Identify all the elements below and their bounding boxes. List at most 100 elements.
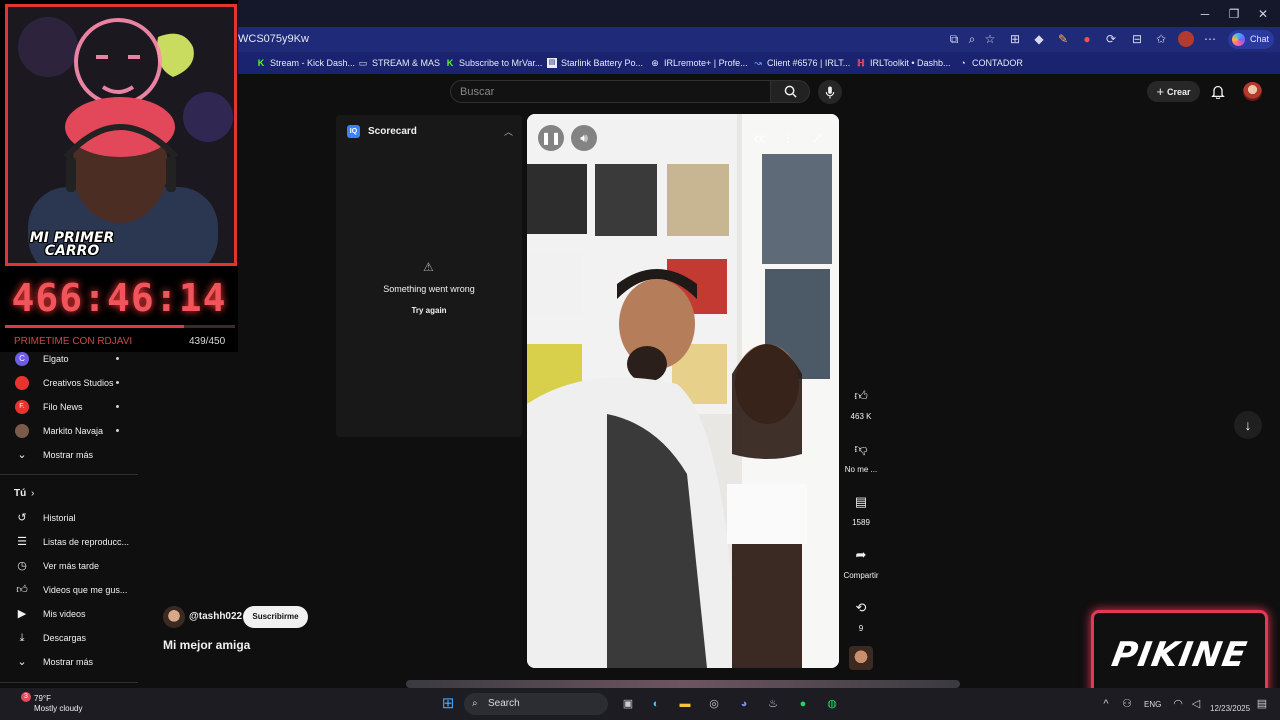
close-icon[interactable]: ✕	[1255, 6, 1271, 22]
warning-icon: ⚠	[423, 260, 434, 274]
short-video-player[interactable]: ❚❚ 🔊︎ ㏄ ⋮ ⤢	[527, 114, 839, 668]
dislike-button[interactable]: 👎︎ No me ...	[843, 436, 879, 474]
favorites-icon[interactable]: ✩	[1153, 31, 1169, 47]
bookmark-item[interactable]: K Subscribe to MrVar...	[445, 56, 543, 70]
globe-icon: ⊕	[651, 58, 659, 68]
extension-icon[interactable]: ⟳	[1103, 31, 1119, 47]
windows-start-icon[interactable]: ⊞	[440, 696, 456, 712]
brand-overlay: PIKINE	[1091, 610, 1268, 699]
volume-button[interactable]: 🔊︎	[571, 125, 597, 151]
channel-handle[interactable]: @tashh022	[189, 611, 242, 622]
zoom-icon[interactable]: ⌕	[964, 31, 980, 47]
bookmark-item[interactable]: ↝ Client #6576 | IRLT...	[753, 56, 850, 70]
share-label: Compartir	[843, 571, 879, 580]
search-button[interactable]	[770, 80, 810, 103]
extension-icon[interactable]: ●	[1079, 31, 1095, 47]
dislike-label: No me ...	[844, 465, 878, 474]
comments-button[interactable]: ▤ 1589	[843, 489, 879, 527]
notification-center-icon[interactable]: ▤	[1254, 696, 1270, 712]
next-video-button[interactable]: ↓	[1234, 411, 1262, 439]
notifications-icon[interactable]	[1210, 84, 1226, 100]
thumbs-up-icon: 👍︎	[854, 388, 868, 403]
remix-button[interactable]: ⟲ 9	[843, 595, 879, 633]
pause-button[interactable]: ❚❚	[538, 125, 564, 151]
obs-icon[interactable]: ◎	[706, 696, 722, 712]
edge-icon[interactable]: ◐	[648, 696, 664, 712]
bookmark-item[interactable]: ⊕ IRLremote+ | Profe...	[650, 56, 747, 70]
system-date[interactable]: 12/23/2025	[1210, 704, 1250, 713]
new-content-dot	[116, 357, 119, 360]
bookmark-item[interactable]: K Stream - Kick Dash...	[256, 56, 355, 70]
sidebar-item-liked[interactable]: 👍︎ Videos que me gus...	[0, 579, 138, 601]
star-icon[interactable]: ☆	[982, 31, 998, 47]
youtube-sidebar: C Elgato Creativos Studios F. Filo News …	[0, 352, 138, 688]
channel-avatar[interactable]	[163, 606, 185, 628]
sidebar-channel-elgato[interactable]: C Elgato	[0, 348, 138, 370]
extensions-icon[interactable]: ⊞	[1007, 31, 1023, 47]
chevron-right-icon: ›	[31, 487, 35, 499]
goal-progress-fill	[5, 325, 185, 328]
tray-app-icon[interactable]: ⚇	[1119, 696, 1135, 712]
overlay-title: MI PRIMER CARRO	[29, 230, 115, 259]
create-button[interactable]: + Crear	[1147, 81, 1200, 102]
subscribe-button[interactable]: Suscribirme	[243, 606, 308, 628]
new-content-dot	[116, 405, 119, 408]
discord-icon[interactable]: ◕	[736, 696, 752, 712]
task-view-icon[interactable]: ▣	[620, 696, 636, 712]
search-input[interactable]: Buscar	[450, 80, 771, 103]
sidebar-item-my-videos[interactable]: ▶ Mis videos	[0, 603, 138, 625]
app-icon[interactable]: ◍	[824, 696, 840, 712]
sidebar-item-downloads[interactable]: ⤓ Descargas	[0, 627, 138, 649]
sidebar-you-section[interactable]: Tú ›	[0, 482, 138, 504]
sidebar-channel-markito[interactable]: Markito Navaja	[0, 420, 138, 442]
fullscreen-icon[interactable]: ⤢	[804, 125, 830, 151]
streamer-overlay: MI PRIMER CARRO 466:46:14 PRIMETIME CON …	[0, 0, 238, 352]
sidebar-show-more-2[interactable]: ⌄ Mostrar más	[0, 651, 138, 673]
file-explorer-icon[interactable]: ▬	[677, 696, 693, 712]
sidebar-channel-creativos[interactable]: Creativos Studios	[0, 372, 138, 394]
like-button[interactable]: 👍︎ 463 K	[843, 383, 879, 421]
extension-icon[interactable]: ◆	[1031, 31, 1047, 47]
chevron-up-icon[interactable]: ︿	[504, 125, 513, 138]
input-language[interactable]: ENG	[1144, 700, 1161, 709]
sound-thumbnail[interactable]	[849, 646, 873, 670]
share-button[interactable]: ➦ Compartir	[843, 542, 879, 580]
scorecard-panel: IQ Scorecard ︿ ⚠ Something went wrong Tr…	[336, 115, 522, 437]
bookmark-item[interactable]: ▤ Starlink Battery Po...	[547, 56, 643, 70]
scorecard-error-message: Something went wrong	[383, 284, 475, 294]
open-in-app-icon[interactable]: ⧉	[946, 31, 962, 47]
spotify-icon[interactable]: ●	[795, 696, 811, 712]
remix-icon: ⟲	[855, 600, 867, 615]
comment-icon: ▤	[854, 494, 868, 509]
captions-icon[interactable]: ㏄	[747, 125, 773, 151]
minimize-icon[interactable]: ─	[1197, 6, 1213, 22]
volume-icon[interactable]: ◁	[1188, 696, 1204, 712]
account-avatar[interactable]	[1243, 82, 1262, 101]
copilot-chat-button[interactable]: Chat	[1228, 30, 1274, 49]
steam-icon[interactable]: ♨	[765, 696, 781, 712]
voice-search-button[interactable]	[818, 80, 842, 104]
url-text[interactable]: WCS075y9Kw	[238, 33, 309, 45]
playlist-icon: ☰	[17, 536, 27, 548]
sidebar-show-more[interactable]: ⌄ Mostrar más	[0, 444, 138, 466]
sidebar-item-watch-later[interactable]: ◷ Ver más tarde	[0, 555, 138, 577]
sidebar-channel-filo-news[interactable]: F. Filo News	[0, 396, 138, 418]
bookmark-item[interactable]: ℍ IRLToolkit • Dashb...	[856, 56, 950, 70]
try-again-button[interactable]: Try again	[406, 304, 452, 318]
comment-count: 1589	[852, 518, 870, 527]
tray-chevron-icon[interactable]: ^	[1098, 696, 1114, 712]
bookmark-item[interactable]: ◔ CONTADOR	[958, 56, 1023, 70]
restore-icon[interactable]: ❐	[1226, 6, 1242, 22]
collections-icon[interactable]: ⊟	[1129, 31, 1145, 47]
search-icon: ⌕	[472, 698, 478, 709]
wifi-icon[interactable]: ◠	[1170, 696, 1186, 712]
more-options-icon[interactable]: ⋮	[775, 125, 801, 151]
profile-icon[interactable]	[1178, 31, 1194, 47]
sidebar-item-playlists[interactable]: ☰ Listas de reproducc...	[0, 531, 138, 553]
bookmark-item[interactable]: ▭ STREAM & MAS	[358, 56, 440, 70]
sidebar-item-history[interactable]: ↺ Historial	[0, 507, 138, 529]
more-icon[interactable]: ⋯	[1202, 31, 1218, 47]
taskbar-search[interactable]: ⌕ Search	[464, 693, 608, 715]
page-icon: ▤	[547, 58, 557, 68]
extension-icon[interactable]: ✎	[1055, 31, 1071, 47]
